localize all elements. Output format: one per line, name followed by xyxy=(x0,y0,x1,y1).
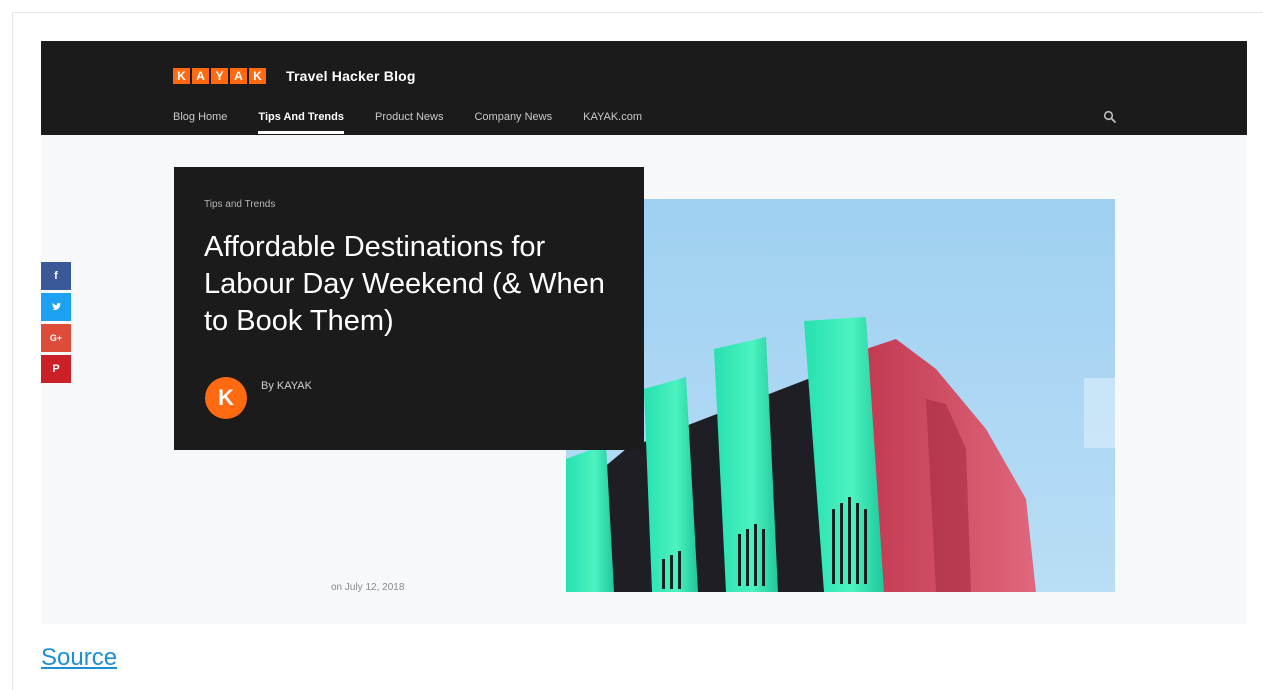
publish-date: on July 12, 2018 xyxy=(331,582,405,593)
logo-letter: Y xyxy=(211,68,228,84)
nav-blog-home[interactable]: Blog Home xyxy=(173,111,227,123)
share-bar: f G+ P xyxy=(41,262,71,386)
logo-letter: A xyxy=(230,68,247,84)
nav-company-news[interactable]: Company News xyxy=(474,111,552,123)
googleplus-icon: G+ xyxy=(49,333,63,343)
kayak-logo[interactable]: K A Y A K xyxy=(173,68,266,84)
slider-next-tab[interactable] xyxy=(1084,378,1115,448)
site-header: K A Y A K Travel Hacker Blog Blog Home T… xyxy=(41,41,1247,135)
main-nav: Blog Home Tips And Trends Product News C… xyxy=(173,111,673,134)
author-byline[interactable]: By KAYAK xyxy=(261,380,312,392)
source-link[interactable]: Source xyxy=(41,643,117,673)
pinterest-icon: P xyxy=(52,363,60,375)
logo-letter: A xyxy=(192,68,209,84)
logo-letter: K xyxy=(249,68,266,84)
googleplus-share-button[interactable]: G+ xyxy=(41,324,71,352)
search-icon[interactable] xyxy=(1103,110,1117,124)
nav-product-news[interactable]: Product News xyxy=(375,111,443,123)
nav-tips-and-trends[interactable]: Tips And Trends xyxy=(258,111,344,134)
screenshot-embed: K A Y A K Travel Hacker Blog Blog Home T… xyxy=(41,41,1247,624)
facebook-share-button[interactable]: f xyxy=(41,262,71,290)
twitter-icon xyxy=(51,303,61,311)
author-avatar[interactable]: K xyxy=(205,377,247,419)
twitter-share-button[interactable] xyxy=(41,293,71,321)
article-category[interactable]: Tips and Trends xyxy=(204,199,275,210)
pinterest-share-button[interactable]: P xyxy=(41,355,71,383)
logo-letter: K xyxy=(173,68,190,84)
nav-kayak-com[interactable]: KAYAK.com xyxy=(583,111,642,123)
article-card: Tips and Trends Affordable Destinations … xyxy=(174,167,644,450)
facebook-icon: f xyxy=(54,270,58,282)
article-title[interactable]: Affordable Destinations for Labour Day W… xyxy=(204,229,624,340)
hero-image xyxy=(566,199,1115,592)
blog-title[interactable]: Travel Hacker Blog xyxy=(286,68,416,84)
